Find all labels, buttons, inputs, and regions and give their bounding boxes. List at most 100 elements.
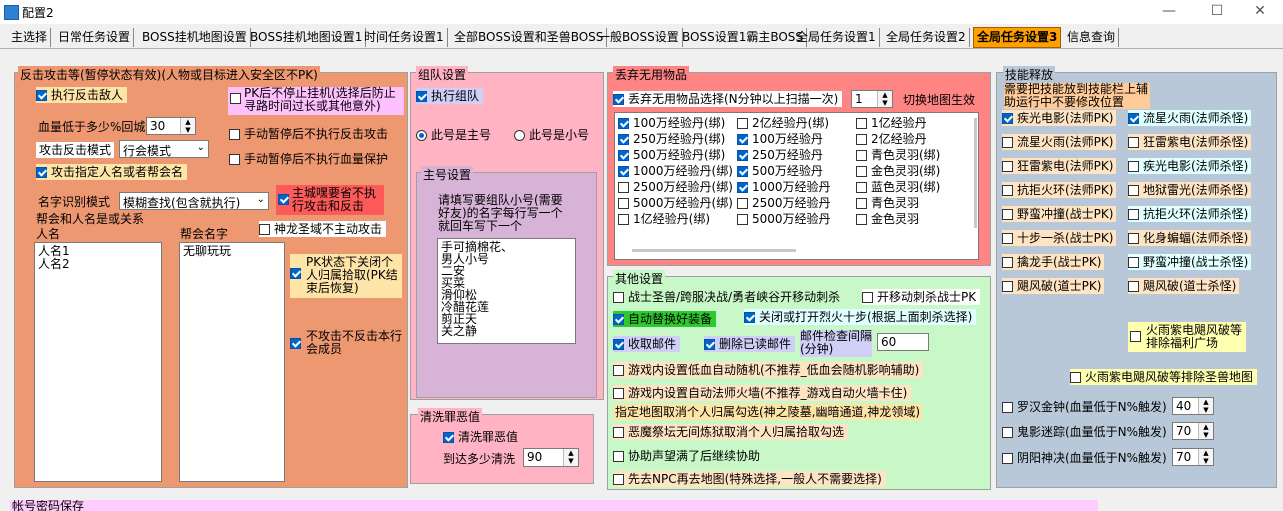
no-stop-pk-checkbox[interactable]: PK后不停止挂机(选择后防止寻路时间过长或其他意外) <box>228 87 404 115</box>
close-button[interactable]: ✕ <box>1237 0 1283 24</box>
list-scrollbar[interactable] <box>974 118 977 228</box>
checkbox-item[interactable]: 100万经验丹 <box>737 131 823 147</box>
tab-daily-task[interactable]: 日常任务设置 <box>55 28 135 47</box>
checkbox-item[interactable]: 青色灵羽 <box>856 195 919 211</box>
mode-select[interactable]: 行会模式 ⌄ <box>119 140 209 158</box>
manual-pause-hp-checkbox[interactable]: 手动暂停后不执行血量保护 <box>229 151 388 167</box>
move-stab-checkbox[interactable]: 开移动刺杀战士PK <box>862 289 981 305</box>
exec-counter-checkbox[interactable]: 执行反击敌人 <box>36 87 128 103</box>
auto-equip-checkbox[interactable]: 自动替换好装备 <box>613 311 717 327</box>
checkbox-item[interactable]: 蓝色灵羽(绑) <box>856 179 940 195</box>
spin-arrows-icon[interactable]: ▲ ▼ <box>563 449 578 466</box>
discard-select-checkbox[interactable]: 丢弃无用物品选择(N分钟以上扫描一次) <box>613 91 843 107</box>
manual-pause-counter-checkbox[interactable]: 手动暂停后不执行反击攻击 <box>229 126 388 142</box>
list-hscrollbar[interactable] <box>632 249 796 252</box>
radio-main-account[interactable]: 此号是主号 <box>416 127 491 143</box>
hp-stepper[interactable]: 30 ▲ ▼ <box>146 117 196 135</box>
tab-main-select[interactable]: 主选择 <box>8 28 52 47</box>
spin-arrows-icon[interactable]: ▲ ▼ <box>1198 449 1213 465</box>
checkbox-item[interactable]: 5000万经验丹 <box>737 211 831 227</box>
attack-named-checkbox[interactable]: 攻击指定人名或者帮会名 <box>36 164 188 180</box>
checkbox-item[interactable]: 500万经验丹(绑) <box>618 147 725 163</box>
name-mode-select[interactable]: 模糊查找(包含就执行) ⌄ <box>119 192 269 210</box>
checkbox-item[interactable]: 250万经验丹(绑) <box>618 131 725 147</box>
person-list[interactable]: 人名1 人名2 <box>34 242 162 482</box>
npc-first-checkbox[interactable]: 先去NPC再去地图(特殊选择,一般人不需要选择) <box>613 471 886 487</box>
tab-boss-map-1[interactable]: BOSS挂机地图设置1 <box>247 28 367 47</box>
main-city-nopk-checkbox[interactable]: 主城嘿要省不执行攻击和反击 <box>276 185 384 215</box>
checkbox-item[interactable]: 流星火雨(法师PK) <box>1002 134 1117 150</box>
checkbox-item[interactable]: 擒龙手(战士PK) <box>1002 254 1105 270</box>
exec-team-checkbox[interactable]: 执行组队 <box>416 88 484 104</box>
guiying-checkbox[interactable]: 鬼影迷踪(血量低于N%触发) <box>1002 424 1167 440</box>
checkbox-item[interactable]: 狂雷紫电(法师PK) <box>1002 158 1117 174</box>
tab-global-task-3[interactable]: 全局任务设置3 <box>973 27 1062 48</box>
warrior-beast-checkbox[interactable]: 战士圣兽/跨服决战/勇者峡谷开移动刺杀 <box>613 289 840 305</box>
maximize-button[interactable]: ☐ <box>1194 0 1240 24</box>
checkbox-item[interactable]: 2500万经验丹 <box>737 195 831 211</box>
delete-mail-checkbox[interactable]: 删除已读邮件 <box>704 336 796 352</box>
checkbox-item[interactable]: 500万经验丹 <box>737 163 823 179</box>
fire-rain-welfare-checkbox[interactable]: 火雨紫电飓风破等排除福利广场 <box>1128 322 1246 352</box>
checkbox-item[interactable]: 2亿经验丹 <box>856 131 927 147</box>
luohan-stepper[interactable]: 40 ▲ ▼ <box>1172 397 1214 415</box>
pk-close-pickup-checkbox[interactable]: PK状态下关闭个人归属拾取(PK结束后恢复) <box>290 254 402 298</box>
spin-arrows-icon[interactable]: ▲ ▼ <box>1198 423 1213 439</box>
purge-checkbox[interactable]: 清洗罪恶值 <box>443 429 518 445</box>
spin-arrows-icon[interactable]: ▲ ▼ <box>180 118 195 134</box>
checkbox-item[interactable]: 野蛮冲撞(战士PK) <box>1002 206 1117 222</box>
purge-stepper[interactable]: 90 ▲ ▼ <box>523 448 579 467</box>
tab-global-task-1[interactable]: 全局任务设置1 <box>793 28 880 47</box>
tab-global-task-2[interactable]: 全局任务设置2 <box>883 28 970 47</box>
checkbox-item[interactable]: 250万经验丹 <box>737 147 823 163</box>
guild-list[interactable]: 无聊玩玩 <box>179 242 285 482</box>
checkbox-item[interactable]: 青色灵羽(绑) <box>856 147 940 163</box>
checkbox-item[interactable]: 金色灵羽(绑) <box>856 163 940 179</box>
discard-minutes-stepper[interactable]: 1 ▲ ▼ <box>851 90 893 108</box>
checkbox-item[interactable]: 化身蝙蝠(法师杀怪) <box>1128 230 1252 246</box>
checkbox-item[interactable]: 野蛮冲撞(战士杀怪) <box>1128 254 1252 270</box>
demon-altar-checkbox[interactable]: 恶魔祭坛无间炼狱取消个人归属拾取勾选 <box>613 424 849 440</box>
tab-time-task-1[interactable]: 时间任务设置1 <box>361 28 448 47</box>
toggle-fire-checkbox[interactable]: 关闭或打开烈火十步(根据上面刺杀选择) <box>744 309 977 325</box>
guiying-stepper[interactable]: 70 ▲ ▼ <box>1172 422 1214 440</box>
tab-all-boss[interactable]: 全部BOSS设置和圣兽BOSS <box>451 28 608 47</box>
spin-arrows-icon[interactable]: ▲ ▼ <box>877 91 892 107</box>
minimize-button[interactable]: — <box>1146 0 1192 24</box>
checkbox-item[interactable]: 疾光电影(法师杀怪) <box>1128 158 1252 174</box>
checkbox-item[interactable]: 1000万经验丹 <box>737 179 831 195</box>
assist-full-checkbox[interactable]: 协助声望满了后继续协助 <box>613 448 760 464</box>
checkbox-item[interactable]: 地狱雷光(法师杀怪) <box>1128 182 1252 198</box>
checkbox-item[interactable]: 飓风破(道士杀怪) <box>1128 278 1240 294</box>
checkbox-item[interactable]: 2500万经验丹(绑) <box>618 179 733 195</box>
yinyang-stepper[interactable]: 70 ▲ ▼ <box>1172 448 1214 466</box>
team-member-list[interactable]: 手可摘棉花、 男人小号 二安 买菜 滑仰松 冷醋花莲 剪正天 关之静 <box>437 238 576 344</box>
luohan-checkbox[interactable]: 罗汉金钟(血量低于N%触发) <box>1002 399 1167 415</box>
checkbox-item[interactable]: 飓风破(道士PK) <box>1002 278 1105 294</box>
tab-boss-map[interactable]: BOSS挂机地图设置 <box>139 28 251 47</box>
spin-arrows-icon[interactable]: ▲ ▼ <box>1198 398 1213 414</box>
auto-firewall-checkbox[interactable]: 游戏内设置自动法师火墙(不推荐_游戏自动火墙卡住) <box>613 385 912 401</box>
checkbox-item[interactable]: 1亿经验丹 <box>856 115 927 131</box>
checkbox-item[interactable]: 5000万经验丹(绑) <box>618 195 733 211</box>
tab-general-boss[interactable]: 一般BOSS设置 <box>595 28 683 47</box>
radio-sub-account[interactable]: 此号是小号 <box>514 127 589 143</box>
checkbox-item[interactable]: 1亿经验丹(绑) <box>618 211 710 227</box>
checkbox-item[interactable]: 疾光电影(法师PK) <box>1002 110 1117 126</box>
tab-boss-overlord[interactable]: BOSS设置1霸主BOSS <box>679 28 808 47</box>
checkbox-item[interactable]: 100万经验丹(绑) <box>618 115 725 131</box>
fire-rain-holy-checkbox[interactable]: 火雨紫电飓风破等排除圣兽地图 <box>1070 369 1258 385</box>
checkbox-item[interactable]: 金色灵羽 <box>856 211 919 227</box>
checkbox-item[interactable]: 2亿经验丹(绑) <box>737 115 829 131</box>
no-attack-guild-checkbox[interactable]: 不攻击不反击本行会成员 <box>290 330 402 358</box>
checkbox-item[interactable]: 十步一杀(战士PK) <box>1002 230 1117 246</box>
checkbox-item[interactable]: 抗拒火环(法师PK) <box>1002 182 1117 198</box>
low-hp-random-checkbox[interactable]: 游戏内设置低血自动随机(不推荐_低血会随机影响辅助) <box>613 362 924 378</box>
checkbox-item[interactable]: 1000万经验丹(绑) <box>618 163 733 179</box>
tab-info-query[interactable]: 信息查询 <box>1064 28 1120 47</box>
collect-mail-checkbox[interactable]: 收取邮件 <box>613 336 681 352</box>
shenlong-checkbox[interactable]: 神龙圣域不主动攻击 <box>259 221 387 237</box>
checkbox-item[interactable]: 流星火雨(法师杀怪) <box>1128 110 1252 126</box>
checkbox-item[interactable]: 抗拒火环(法师杀怪) <box>1128 206 1252 222</box>
yinyang-checkbox[interactable]: 阴阳神决(血量低于N%触发) <box>1002 450 1167 466</box>
